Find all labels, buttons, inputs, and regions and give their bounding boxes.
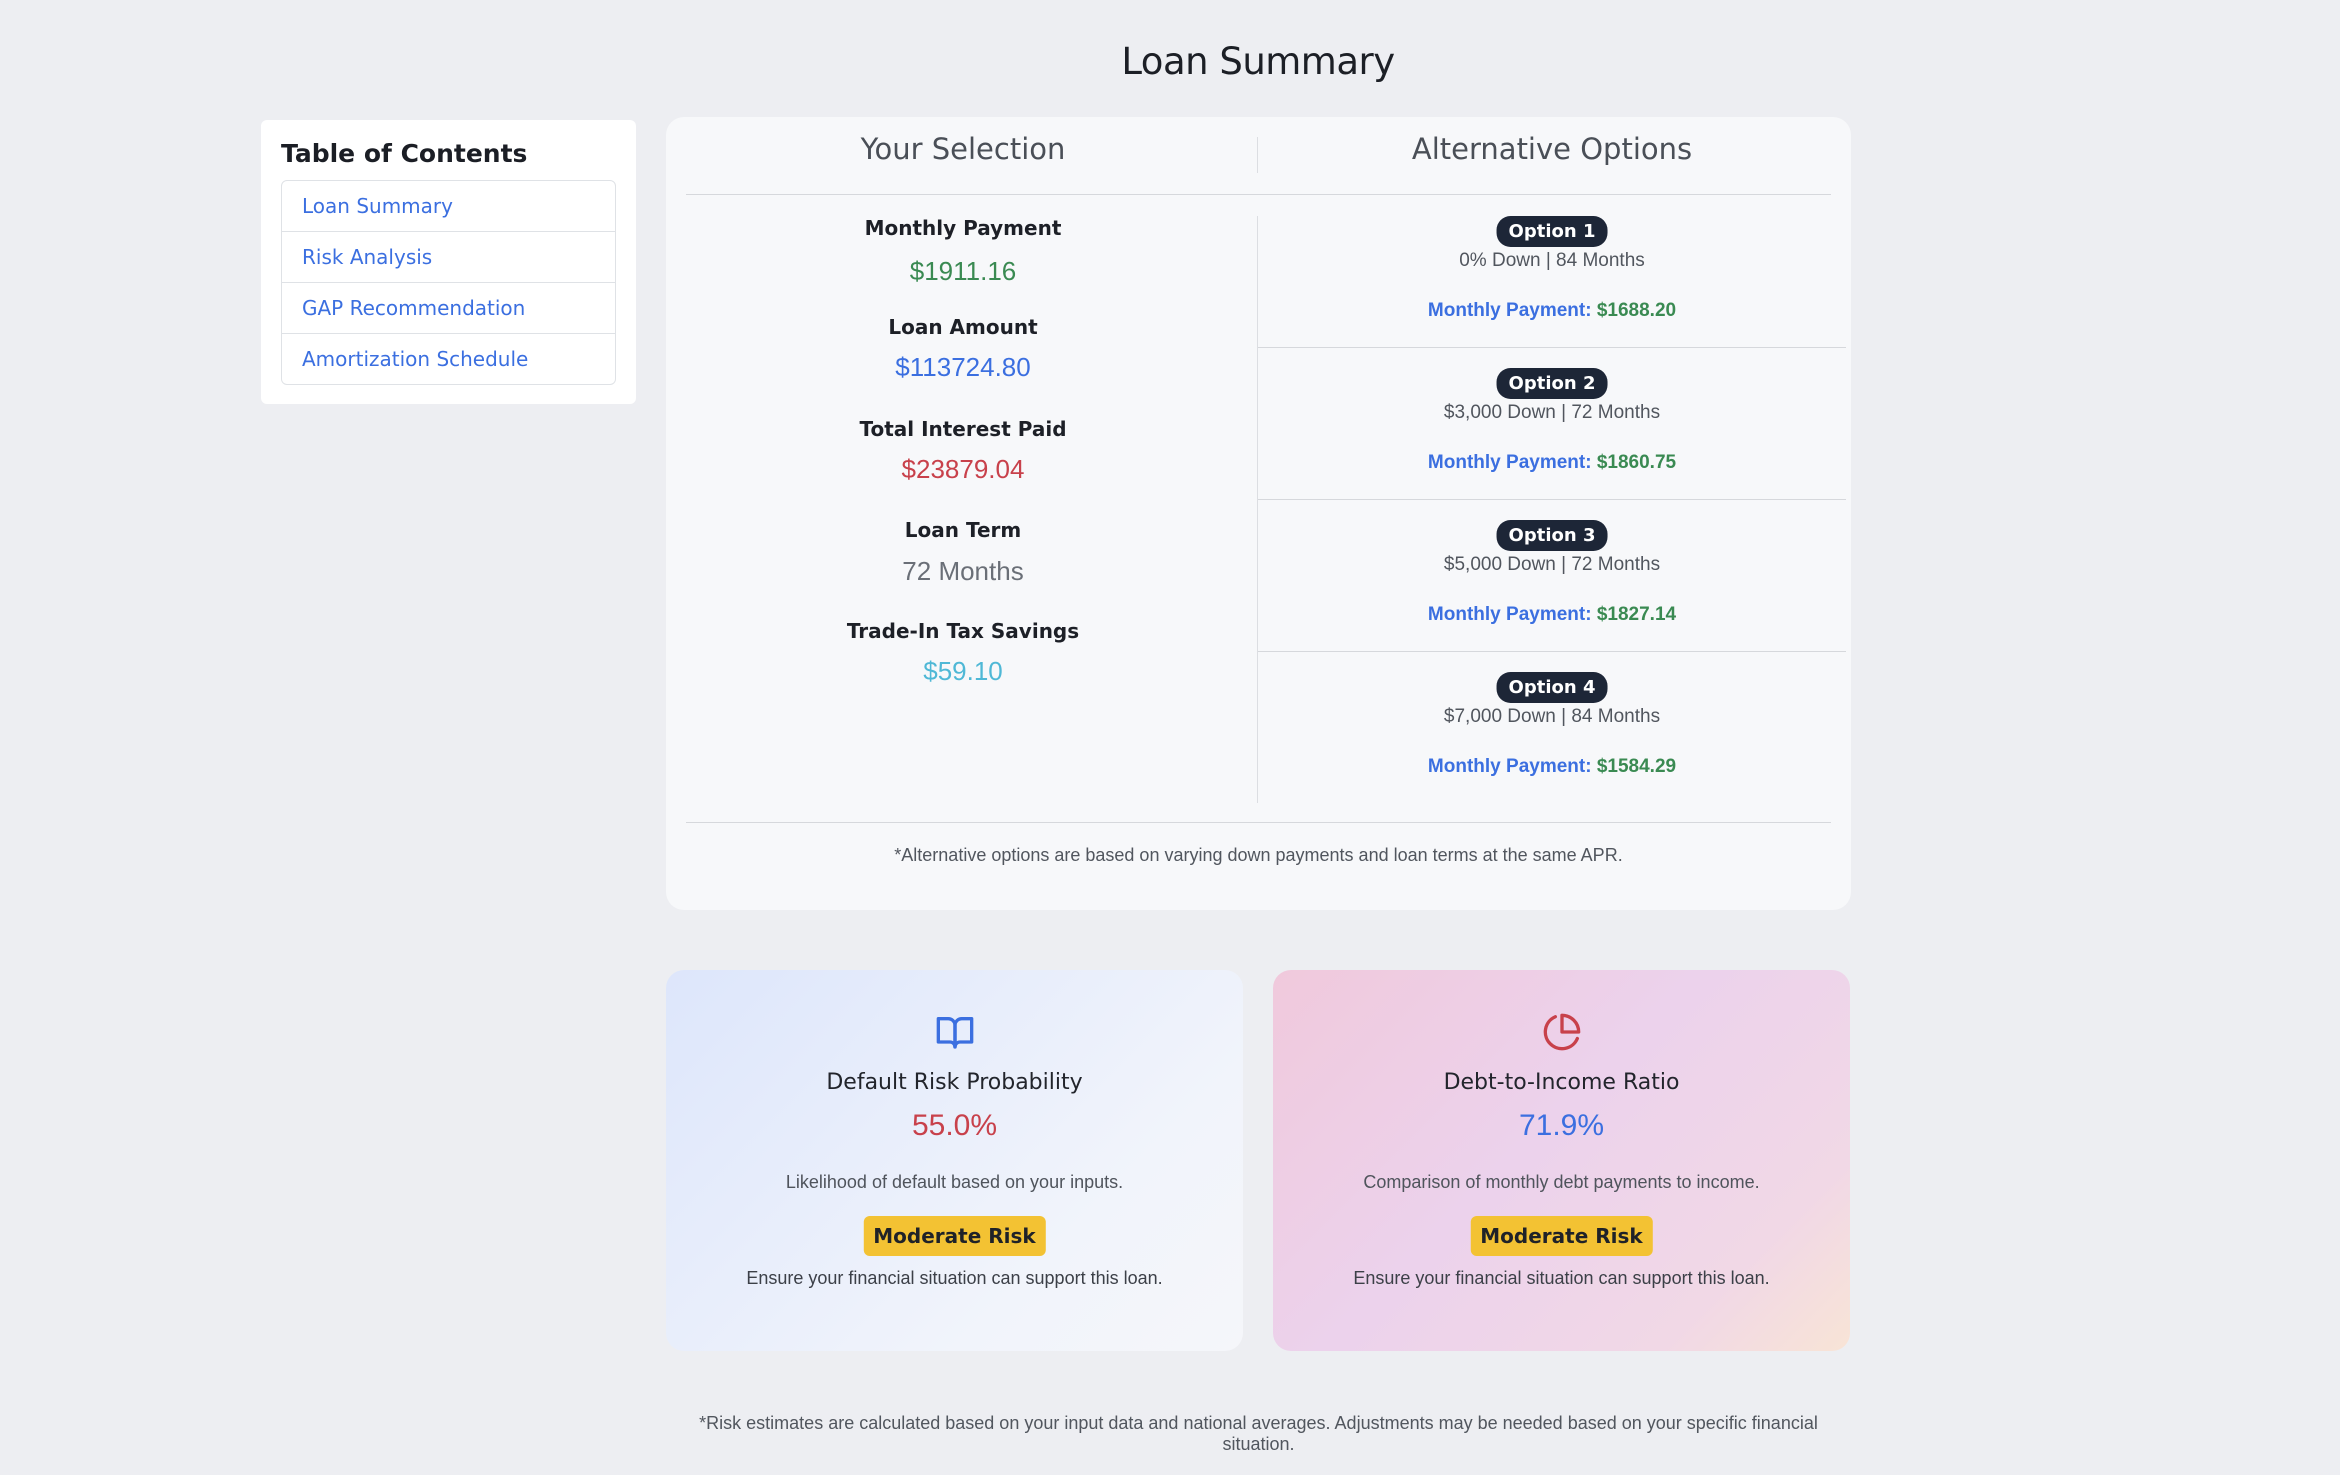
option-badge: Option 4 [1496,672,1608,703]
page-title: Loan Summary [1121,40,1395,83]
option-monthly-payment: Monthly Payment: $1860.75 [1258,452,1846,474]
toc-link-amortization-schedule[interactable]: Amortization Schedule [282,334,615,384]
alternatives-footnote: *Alternative options are based on varyin… [894,845,1623,865]
option-payment-value: $1688.20 [1596,300,1677,321]
option-divider [1258,347,1846,348]
risk-title: Default Risk Probability [826,1070,1083,1095]
option-badge: Option 1 [1496,216,1608,247]
pie-chart-icon [1543,1013,1580,1051]
loan-term-label: Loan Term [904,518,1022,542]
risk-value: 55.0% [911,1109,998,1142]
header-divider [686,194,1831,195]
trade-in-tax-savings-label: Trade-In Tax Savings [846,619,1080,643]
option-payment-label: Monthly Payment: [1427,452,1592,473]
option-payment-value: $1860.75 [1596,452,1677,473]
total-interest-label: Total Interest Paid [859,417,1067,441]
option-terms: $5,000 Down | 72 Months [1443,554,1661,575]
loan-term-value: 72 Months [902,556,1024,586]
alternative-options-header: Alternative Options [1411,132,1693,166]
risk-level-badge: Moderate Risk [863,1216,1046,1256]
option-monthly-payment: Monthly Payment: $1827.14 [1258,604,1846,626]
toc-list: Loan Summary Risk Analysis GAP Recommend… [281,180,616,385]
risk-title: Debt-to-Income Ratio [1443,1070,1680,1095]
risk-footnote: *Risk estimates are calculated based on … [699,1413,1818,1454]
risk-advice: Ensure your financial situation can supp… [1353,1268,1770,1288]
option-card: Option 3 $5,000 Down | 72 Months Monthly… [1258,520,1846,672]
option-payment-label: Monthly Payment: [1427,756,1592,777]
option-divider [1258,651,1846,652]
option-terms: $3,000 Down | 72 Months [1443,402,1661,423]
option-payment-value: $1584.29 [1596,756,1677,777]
risk-description: Comparison of monthly debt payments to i… [1363,1172,1760,1192]
table-of-contents: Table of Contents Loan Summary Risk Anal… [261,120,636,404]
option-card: Option 4 $7,000 Down | 84 Months Monthly… [1258,672,1846,824]
summary-footer-divider [686,822,1831,823]
page: Loan Summary Table of Contents Loan Summ… [0,0,2340,1475]
risk-advice: Ensure your financial situation can supp… [746,1268,1163,1288]
option-card: Option 2 $3,000 Down | 72 Months Monthly… [1258,368,1846,520]
loan-amount-label: Loan Amount [888,315,1038,339]
monthly-payment-label: Monthly Payment [864,216,1062,240]
risk-description: Likelihood of default based on your inpu… [785,1172,1124,1192]
option-payment-label: Monthly Payment: [1427,300,1592,321]
your-selection-header: Your Selection [860,132,1066,166]
monthly-payment-value: $1911.16 [909,256,1017,286]
option-terms: $7,000 Down | 84 Months [1443,706,1661,727]
risk-value: 71.9% [1518,1109,1605,1142]
loan-amount-value: $113724.80 [895,352,1031,382]
trade-in-tax-savings-value: $59.10 [923,656,1003,686]
option-badge: Option 3 [1496,520,1608,551]
option-payment-label: Monthly Payment: [1427,604,1592,625]
risk-level-badge: Moderate Risk [1470,1216,1653,1256]
total-interest-value: $23879.04 [901,454,1025,484]
default-risk-card: Default Risk Probability 55.0% Likelihoo… [666,970,1243,1351]
option-card: Option 1 0% Down | 84 Months Monthly Pay… [1258,216,1846,368]
header-divider-vertical [1257,137,1258,173]
toc-link-risk-analysis[interactable]: Risk Analysis [282,232,615,283]
toc-link-gap-recommendation[interactable]: GAP Recommendation [282,283,615,334]
option-monthly-payment: Monthly Payment: $1584.29 [1258,756,1846,778]
option-payment-value: $1827.14 [1596,604,1677,625]
book-icon [936,1017,973,1049]
toc-title: Table of Contents [281,139,528,168]
toc-link-loan-summary[interactable]: Loan Summary [282,181,615,232]
option-terms: 0% Down | 84 Months [1459,250,1645,271]
option-badge: Option 2 [1496,368,1608,399]
debt-to-income-card: Debt-to-Income Ratio 71.9% Comparison of… [1273,970,1850,1351]
option-divider [1258,499,1846,500]
option-monthly-payment: Monthly Payment: $1688.20 [1258,300,1846,322]
